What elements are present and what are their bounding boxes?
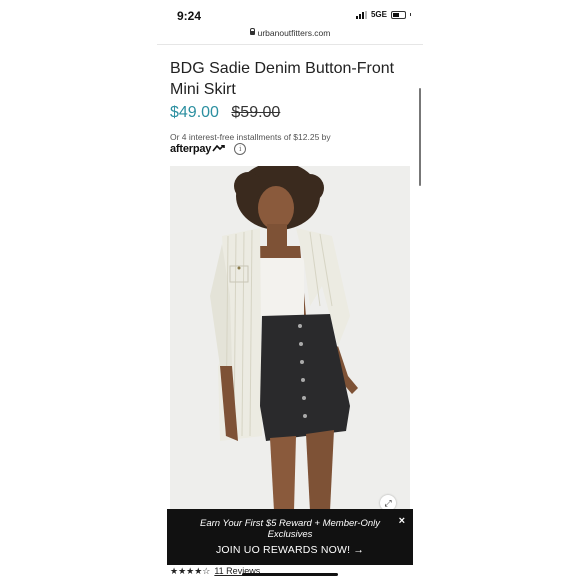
divider	[157, 44, 423, 45]
battery-tip	[410, 13, 411, 16]
url-text: urbanoutfitters.com	[257, 28, 331, 38]
original-price: $59.00	[231, 104, 281, 121]
product-image[interactable]	[170, 166, 410, 511]
info-icon[interactable]: i	[234, 143, 247, 155]
afterpay-logo: afterpay	[170, 143, 226, 155]
model-photo	[170, 166, 410, 511]
lock-icon	[249, 27, 256, 35]
scroll-indicator[interactable]	[419, 88, 421, 186]
rewards-banner[interactable]: Earn Your First $5 Reward + Member-Only …	[167, 509, 413, 565]
price-row: $49.00 $59.00	[170, 104, 280, 122]
installments-text: Or 4 interest-free installments of $12.2…	[170, 132, 331, 142]
status-icons: 5GE	[355, 10, 411, 19]
battery-icon	[391, 10, 406, 19]
phone-screen: 9:24 5GE urbanoutfitters.com BDG Sadie D…	[157, 0, 423, 580]
rating-stars: ★★★★☆	[170, 566, 211, 576]
banner-text: Earn Your First $5 Reward + Member-Only …	[200, 518, 380, 540]
home-indicator	[242, 573, 338, 576]
sale-price: $49.00	[170, 104, 219, 121]
network-label: 5GE	[370, 10, 387, 19]
afterpay-row: afterpay i	[170, 143, 247, 155]
status-time: 9:24	[177, 9, 202, 23]
signal-icon	[355, 10, 367, 19]
url-bar[interactable]: urbanoutfitters.com	[157, 27, 423, 38]
close-icon[interactable]: ×	[399, 515, 405, 527]
product-title: BDG Sadie Denim Button-Front Mini Skirt	[170, 60, 395, 98]
join-rewards-link[interactable]: JOIN UO REWARDS NOW! →	[167, 544, 413, 556]
